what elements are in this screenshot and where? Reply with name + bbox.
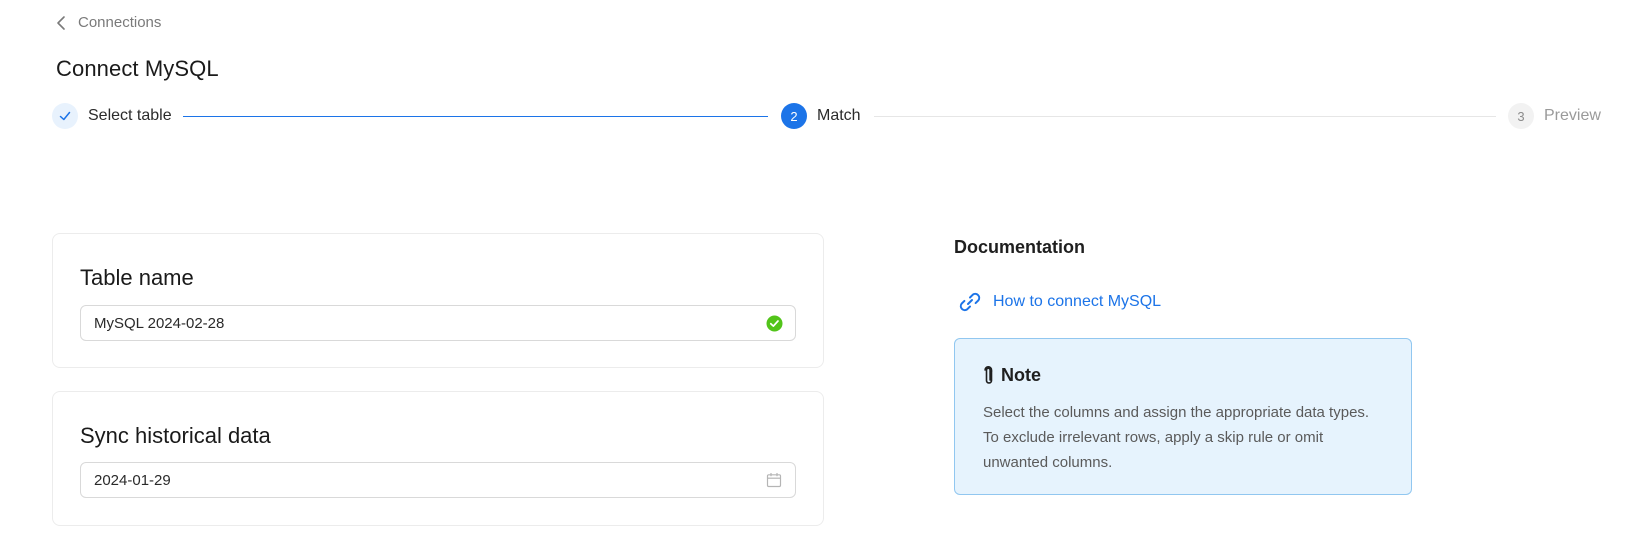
link-icon [959,292,981,312]
step-select-table[interactable]: Select table [52,101,172,131]
note-text: Select the columns and assign the approp… [983,404,1370,471]
table-name-input[interactable]: MySQL 2024-02-28 [80,305,796,341]
note-header: Note [983,365,1041,386]
step-done-indicator [52,103,78,129]
page-title: Connect MySQL [56,56,219,81]
sync-historical-card: Sync historical data 2024-01-29 [52,391,824,526]
check-circle-icon [765,314,783,332]
step-connector-pending [874,116,1496,117]
paperclip-icon [984,365,993,384]
step-label-match: Match [817,107,861,124]
note-title: Note [1001,365,1041,385]
stepper: Select table 2 Match 3 Preview [52,101,1602,131]
step-label-select-table: Select table [88,107,172,124]
sync-date-value: 2024-01-29 [94,471,171,489]
table-name-card: Table name MySQL 2024-02-28 [52,233,824,368]
step-number-match: 2 [781,103,807,129]
table-name-value: MySQL 2024-02-28 [94,314,225,332]
documentation-heading: Documentation [954,237,1086,257]
table-name-title: Table name [80,265,194,290]
step-match[interactable]: 2 Match [781,101,861,131]
step-preview[interactable]: 3 Preview [1508,101,1601,131]
note-panel: Note Select the columns and assign the a… [954,338,1412,495]
back-link[interactable]: Connections [54,14,161,31]
step-connector-done [183,116,768,117]
calendar-icon[interactable] [765,471,783,489]
documentation-link[interactable]: How to connect MySQL [957,289,1161,315]
back-link-label: Connections [78,14,162,31]
documentation-link-label: How to connect MySQL [993,293,1162,310]
step-number-preview: 3 [1508,103,1534,129]
check-icon [59,111,71,121]
step-label-preview: Preview [1544,107,1601,124]
sync-historical-title: Sync historical data [80,423,271,448]
chevron-left-icon [57,15,65,30]
sync-date-picker[interactable]: 2024-01-29 [80,462,796,498]
